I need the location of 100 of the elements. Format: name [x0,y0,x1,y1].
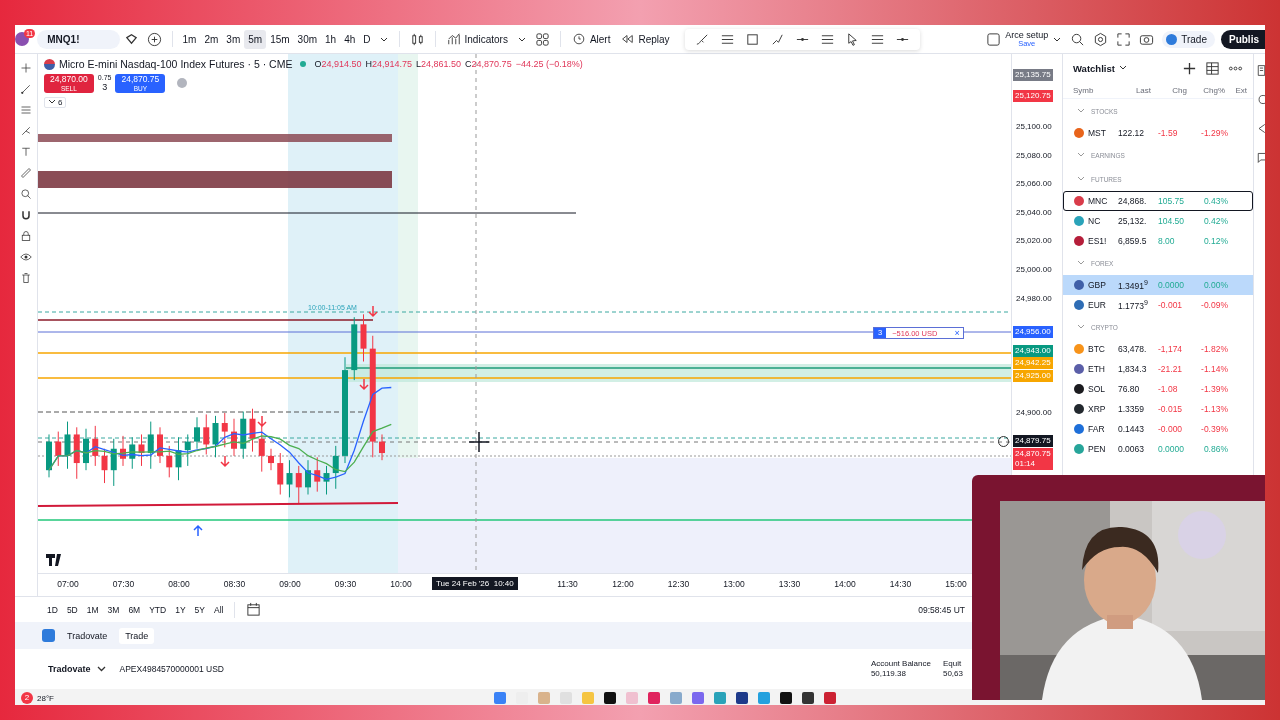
taskbar-app-icon[interactable] [603,692,616,704]
range-button[interactable]: 5Y [190,602,209,617]
candle [194,416,200,450]
taskbar-app-icon[interactable] [801,692,814,704]
symbol-search[interactable]: MNQ1! [37,29,120,49]
fullscreen-icon[interactable] [1116,31,1132,47]
percent-change: 0.12% [1202,236,1228,246]
diamond-icon[interactable] [123,31,139,47]
indicators-button[interactable]: Indicators [441,29,513,49]
range-button[interactable]: YTD [145,602,171,617]
price-badge: 24,956.00 [1013,325,1053,338]
column-header[interactable]: Symb [1063,85,1115,95]
quantity-value[interactable]: 3 [102,82,108,94]
interval-button[interactable]: 3m [222,29,245,49]
range-button[interactable]: 1Y [171,602,190,617]
range-button[interactable]: 1M [82,602,103,617]
eye-icon[interactable] [20,251,32,263]
watchlist-row[interactable]: NC 25,132. 104.50 0.42% [1063,211,1253,231]
column-header[interactable]: Ext [1225,85,1247,95]
indicators-toggle[interactable]: 6 [44,96,67,108]
symbol-name: GBP [1087,280,1107,290]
candle [110,438,117,487]
price-change: 8.00 [1158,236,1176,246]
magnet-icon[interactable] [20,209,32,221]
price-badge: 24,925.00 [1013,370,1053,383]
candle [332,445,339,490]
watchlist-row[interactable]: PEN 0.0063 0.0000 0.86% [1063,439,1253,459]
column-header[interactable]: Last [1115,85,1151,95]
interval-button[interactable]: 5m [244,29,267,49]
add-icon[interactable] [146,31,162,47]
range-button[interactable]: 1D [43,602,62,617]
watchlist-icon[interactable] [1256,64,1265,77]
watchlist-row[interactable]: MNC 24,868. 105.75 0.43% [1063,191,1253,211]
watchlist-row[interactable]: ETH 1,834.3 -21.21 -1.14% [1063,359,1253,379]
interval-button[interactable]: 4h [340,29,360,49]
watchlist-row[interactable]: GBP 1.3491$^{9}$ 0.0000 0.00% [1063,275,1253,295]
taskbar-app-icon[interactable] [735,692,748,704]
interval-button[interactable]: 1h [321,29,341,49]
column-header[interactable]: Chg% [1187,85,1225,95]
text-icon[interactable] [20,146,32,158]
trendline-icon[interactable] [20,83,32,95]
watchlist-row[interactable]: SOL 76.80 -1.08 -1.39% [1063,379,1253,399]
calendar-icon[interactable] [246,602,262,617]
chart-icon [446,32,461,46]
interval-button[interactable]: 30m [293,29,322,49]
zoom-icon[interactable] [20,188,32,200]
chat-icon[interactable] [1256,151,1265,164]
add-icon[interactable] [1182,60,1197,76]
interval-button[interactable]: 15m [266,29,294,49]
percent-change: -0.09% [1200,300,1228,310]
alert-button[interactable]: Alert [566,29,616,49]
watchlist-row[interactable]: FAR 0.1443 -0.000 -0.39% [1063,419,1253,439]
watchlist-row[interactable]: MST 122.12 -1.59 -1.29% [1063,123,1253,143]
broker-dropdown[interactable]: Tradovate [48,664,106,674]
range-button[interactable]: All [210,602,228,617]
trade-button[interactable]: Trade [1162,30,1215,48]
chevron-down-icon [1077,176,1085,182]
grid-icon[interactable] [534,31,550,47]
candles-icon[interactable] [409,31,425,47]
equity-label: Equit [942,658,963,669]
layout-name[interactable]: Arce setup [1005,30,1049,40]
clock-icon[interactable] [1256,93,1265,106]
watchlist-row[interactable]: BTC 63,478. -1,174 -1.82% [1063,339,1253,359]
chevron-down-icon [1077,152,1085,158]
candle [295,465,302,504]
weather-label[interactable]: 28°F [37,693,54,703]
watchlist-dropdown[interactable]: Watchlist [1073,62,1127,74]
table-icon[interactable] [1205,60,1220,76]
chevron-left-icon[interactable] [1256,122,1265,135]
range-button[interactable]: 6M [124,602,145,617]
symbol-name: EUR [1087,300,1107,310]
column-header[interactable]: Chg [1151,85,1187,95]
range-button[interactable]: 3M [103,602,124,617]
replay-button[interactable]: Replay [615,29,675,49]
close-button[interactable]: × [951,328,963,338]
interval-button[interactable]: 1m [178,29,201,49]
price-change: -1.59 [1158,128,1179,138]
panel-tab[interactable]: Tradovate [61,627,114,644]
watchlist-row[interactable]: XRP 1.3359 -0.015 -1.13% [1063,399,1253,419]
chart-title[interactable]: Micro E-mini Nasdaq-100 Index Futures · 5 · CME [59,58,293,70]
publish-button[interactable]: Publis [1221,29,1265,49]
pitchfork-icon[interactable] [20,125,32,137]
lock-icon[interactable] [20,230,32,242]
interval-button[interactable]: D [359,29,375,49]
rectangle-icon[interactable] [744,31,760,47]
time-label: 13:00 [722,579,746,590]
checkbox-icon[interactable] [986,31,1002,47]
crosshair-icon[interactable] [20,62,32,74]
candle [258,425,265,473]
trash-icon[interactable] [20,272,32,284]
watchlist-row[interactable]: ES1! 6,859.5 8.00 0.12% [1063,231,1253,251]
last-price: 1.1773$^{9}$ [1118,299,1149,311]
range-button[interactable]: 5D [62,602,82,617]
settings-icon[interactable] [1093,31,1109,47]
watchlist-row[interactable]: EUR 1.1773$^{9}$ -0.001 -0.09% [1063,295,1253,315]
panel-tab[interactable]: Trade [119,627,155,644]
search-icon[interactable] [1070,31,1086,47]
taskbar-app-icon[interactable] [779,692,792,704]
interval-button[interactable]: 2m [200,29,223,49]
equity-value: 50,63 [942,669,963,680]
